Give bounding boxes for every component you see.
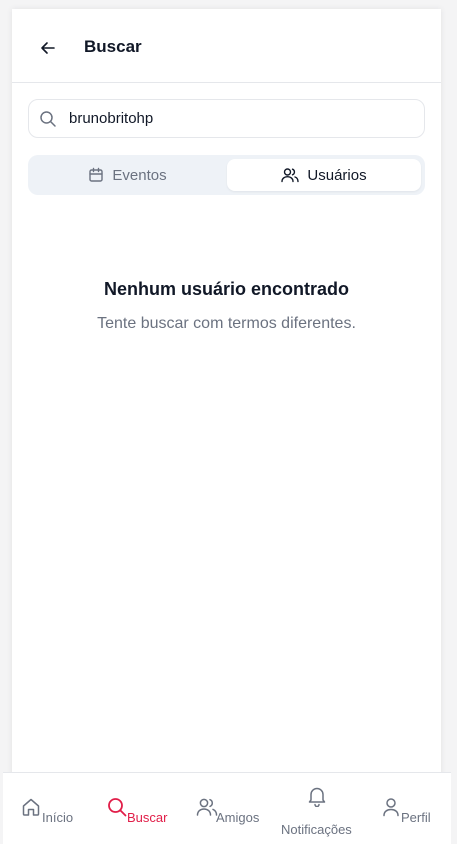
calendar-icon	[89, 167, 104, 182]
nav-item-perfil[interactable]: Perfil	[381, 795, 437, 831]
nav-label-notificacoes: Notificações	[281, 822, 352, 837]
tab-eventos-label: Eventos	[112, 166, 167, 184]
nav-item-amigos[interactable]: Amigos	[196, 795, 266, 831]
page-header: Buscar	[12, 9, 441, 83]
home-icon	[22, 798, 40, 816]
main-panel: Buscar Eventos Usuários Nenhum usuário e…	[12, 9, 441, 844]
search-icon	[108, 798, 127, 817]
search-input[interactable]	[69, 100, 409, 137]
users-icon	[281, 168, 300, 183]
tab-usuarios[interactable]: Usuários	[227, 159, 421, 191]
user-icon	[383, 798, 399, 817]
empty-state-subtitle: Tente buscar com termos diferentes.	[97, 315, 356, 332]
search-tabs: Eventos Usuários	[28, 155, 425, 195]
nav-item-buscar[interactable]: Buscar	[107, 795, 173, 831]
back-button[interactable]	[36, 36, 60, 60]
nav-label-inicio: Início	[42, 810, 74, 825]
tab-usuarios-label: Usuários	[307, 166, 367, 184]
nav-item-inicio[interactable]: Início	[21, 795, 81, 831]
nav-label-perfil: Perfil	[401, 810, 431, 825]
nav-label-amigos: Amigos	[216, 810, 260, 825]
nav-label-buscar: Buscar	[127, 810, 168, 825]
search-icon	[40, 111, 56, 127]
bottom-navigation: Início Buscar Amigos Notificações Perfil	[3, 772, 451, 844]
users-icon	[196, 798, 218, 816]
search-field[interactable]	[28, 99, 425, 138]
tab-eventos[interactable]: Eventos	[32, 159, 223, 191]
page-title: Buscar	[84, 37, 142, 56]
arrow-left-icon	[41, 42, 55, 54]
empty-state-title: Nenhum usuário encontrado	[103, 279, 350, 299]
nav-item-notificacoes[interactable]: Notificações	[279, 785, 355, 837]
bell-icon	[308, 787, 326, 807]
